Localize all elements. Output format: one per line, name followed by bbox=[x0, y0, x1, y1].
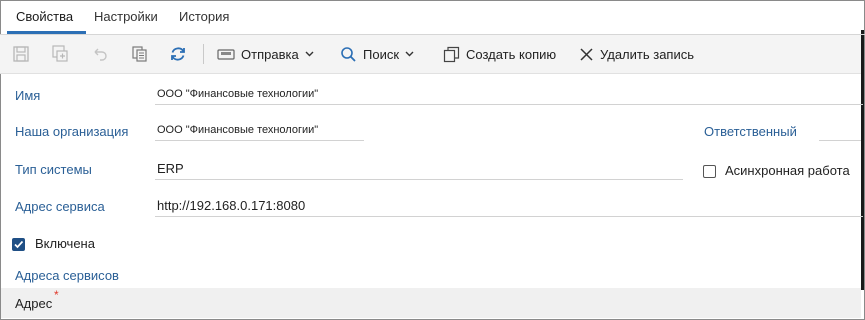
scrollbar[interactable] bbox=[861, 30, 864, 290]
system-type-field[interactable]: ERP bbox=[155, 159, 683, 180]
chevron-down-icon bbox=[405, 51, 414, 57]
name-field[interactable]: ООО "Финансовые технологии" bbox=[155, 84, 863, 105]
system-type-label: Тип системы bbox=[15, 162, 92, 177]
chevron-down-icon bbox=[305, 51, 314, 57]
undo-icon[interactable] bbox=[91, 45, 109, 63]
required-mark: * bbox=[54, 288, 59, 302]
grid-header bbox=[1, 288, 861, 318]
enabled-label: Включена bbox=[35, 236, 95, 251]
create-copy-button[interactable]: Создать копию bbox=[443, 43, 556, 65]
create-copy-label: Создать копию bbox=[466, 46, 557, 62]
send-button-label: Отправка bbox=[241, 46, 299, 62]
delete-record-label: Удалить запись bbox=[600, 46, 695, 62]
our-org-label: Наша организация bbox=[15, 124, 129, 139]
async-checkbox[interactable] bbox=[703, 165, 716, 178]
tab-properties[interactable]: Свойства bbox=[16, 9, 73, 24]
responsible-field[interactable] bbox=[819, 120, 861, 141]
refresh-icon[interactable] bbox=[169, 45, 187, 63]
copy-doc-icon[interactable] bbox=[131, 45, 149, 63]
service-addresses-section-title: Адреса сервисов bbox=[15, 268, 119, 283]
service-address-label: Адрес сервиса bbox=[15, 199, 105, 214]
enabled-checkbox[interactable] bbox=[12, 238, 25, 251]
toolbar: Отправка Поиск Создать копию Удалить зап… bbox=[0, 35, 861, 74]
service-address-field[interactable]: http://192.168.0.171:8080 bbox=[155, 196, 863, 217]
address-column-header[interactable]: Адрес bbox=[15, 296, 52, 311]
tab-settings[interactable]: Настройки bbox=[94, 9, 158, 24]
tab-history[interactable]: История bbox=[179, 9, 229, 24]
name-label: Имя bbox=[15, 88, 41, 103]
search-icon bbox=[341, 46, 356, 62]
search-button[interactable]: Поиск bbox=[340, 43, 414, 65]
send-button[interactable]: Отправка bbox=[217, 43, 314, 65]
send-icon bbox=[217, 49, 235, 60]
toolbar-separator bbox=[203, 44, 204, 64]
search-button-label: Поиск bbox=[363, 46, 400, 62]
save-close-icon[interactable] bbox=[51, 45, 69, 63]
copy-icon bbox=[443, 46, 460, 62]
responsible-label: Ответственный bbox=[704, 124, 797, 139]
close-icon bbox=[580, 47, 593, 61]
save-icon[interactable] bbox=[12, 45, 30, 63]
tab-bar: Свойства Настройки История bbox=[0, 0, 865, 34]
delete-record-button[interactable]: Удалить запись bbox=[579, 43, 694, 65]
our-org-field[interactable]: ООО "Финансовые технологии" bbox=[155, 120, 364, 141]
check-icon bbox=[14, 240, 24, 249]
async-label: Асинхронная работа bbox=[725, 163, 850, 178]
